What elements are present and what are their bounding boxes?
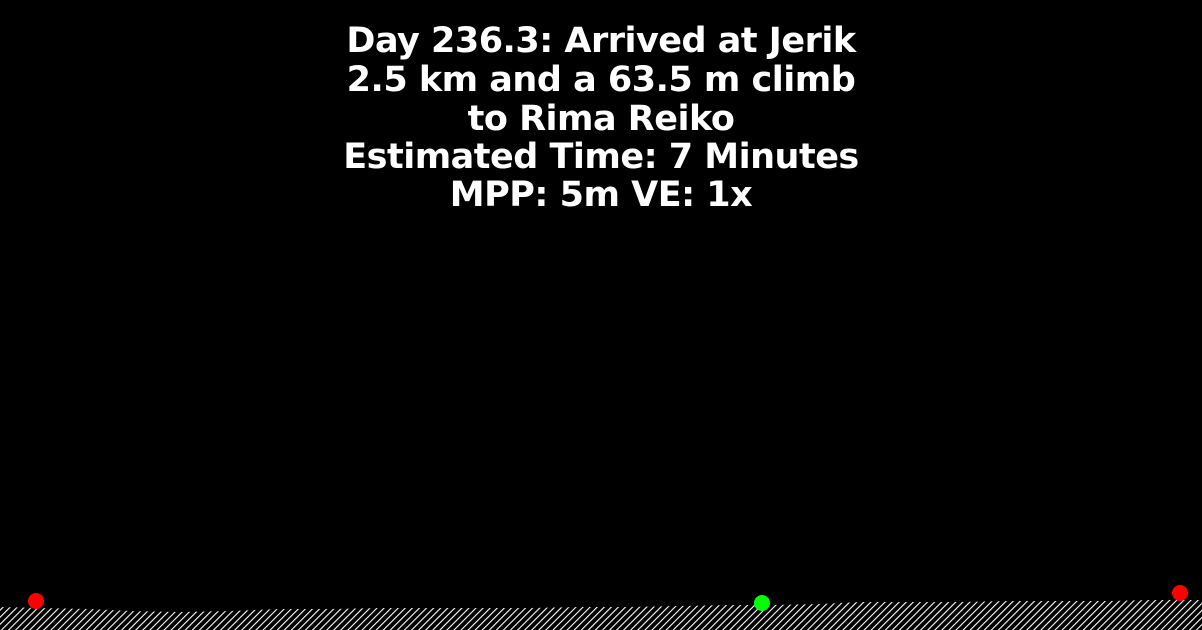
- start-marker: [28, 593, 44, 609]
- terrain-ground: [0, 600, 1202, 630]
- route-destination: to Rima Reiko: [467, 99, 735, 139]
- current-position-marker: [754, 595, 770, 611]
- route-scale: MPP: 5m VE: 1x: [449, 175, 753, 215]
- end-marker: [1172, 585, 1188, 601]
- terrain-profile: [0, 585, 1202, 630]
- route-header: Day 236.3: Arrived at Jerik 2.5 km and a…: [0, 21, 1202, 215]
- route-title: Day 236.3: Arrived at Jerik: [346, 21, 856, 61]
- route-distance: 2.5 km and a 63.5 m climb: [346, 60, 856, 100]
- route-estimate: Estimated Time: 7 Minutes: [343, 137, 859, 177]
